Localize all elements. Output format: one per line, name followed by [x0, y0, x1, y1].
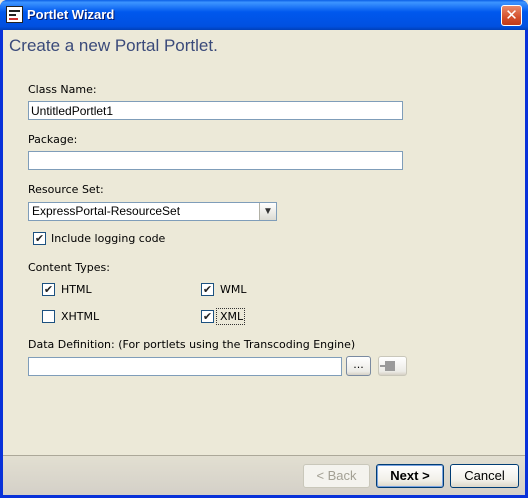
xhtml-label: XHTML [61, 310, 100, 323]
xml-checkbox[interactable]: ✔ [201, 310, 214, 323]
content-types-label: Content Types: [28, 261, 110, 274]
data-definition-label: Data Definition: (For portlets using the… [28, 338, 356, 351]
wml-checkbox[interactable]: ✔ [201, 283, 214, 296]
html-label: HTML [61, 283, 92, 296]
browse-button[interactable]: ... [346, 356, 371, 376]
package-label: Package: [28, 133, 78, 146]
chevron-down-icon[interactable]: ▼ [259, 203, 276, 220]
button-bar: < Back Next > Cancel [3, 455, 525, 495]
plug-button[interactable] [378, 356, 407, 376]
close-button[interactable]: ✕ [501, 5, 522, 26]
package-input[interactable] [28, 151, 403, 170]
wizard-window: Portlet Wizard ✕ Create a new Portal Por… [0, 0, 528, 498]
data-definition-input[interactable] [28, 357, 342, 376]
xhtml-checkbox[interactable] [42, 310, 55, 323]
logging-label: Include logging code [51, 232, 166, 245]
plug-icon [380, 361, 395, 371]
wml-label: WML [220, 283, 247, 296]
class-name-label: Class Name: [28, 83, 97, 96]
title-bar[interactable]: Portlet Wizard ✕ [0, 0, 528, 30]
cancel-button[interactable]: Cancel [450, 464, 519, 488]
next-button[interactable]: Next > [376, 464, 444, 488]
window-title: Portlet Wizard [27, 7, 115, 22]
xml-label: XML [220, 310, 244, 323]
page-title: Create a new Portal Portlet. [9, 36, 218, 55]
resource-set-label: Resource Set: [28, 183, 104, 196]
class-name-input[interactable] [28, 101, 403, 120]
back-button[interactable]: < Back [303, 464, 370, 488]
resource-set-value: ExpressPortal-ResourceSet [32, 204, 181, 218]
html-checkbox[interactable]: ✔ [42, 283, 55, 296]
wizard-body: Create a new Portal Portlet. Class Name:… [3, 30, 525, 495]
logging-checkbox[interactable]: ✔ [33, 232, 46, 245]
resource-set-select[interactable]: ExpressPortal-ResourceSet ▼ [28, 202, 277, 221]
wizard-app-icon [6, 6, 23, 23]
